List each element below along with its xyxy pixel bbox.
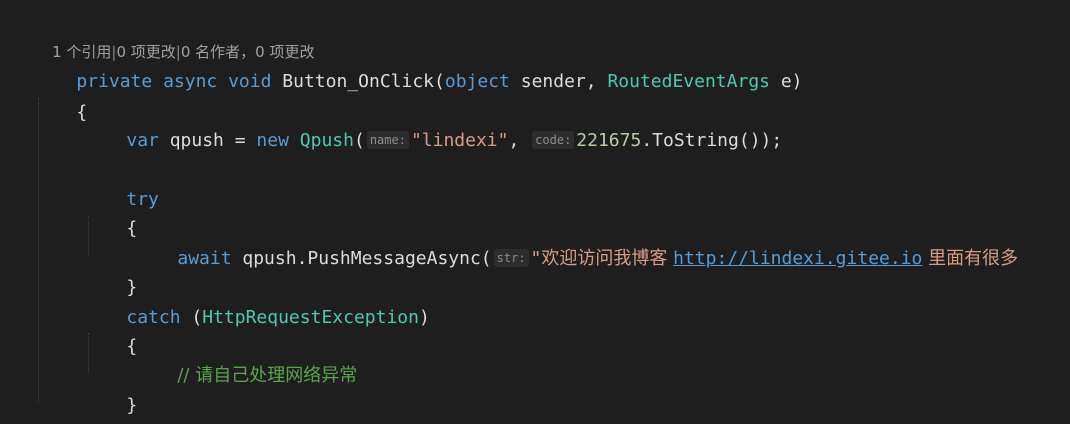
keyword-object: object	[444, 71, 510, 92]
code-editor[interactable]: 1 个引用|0 项更改|0 名作者，0 项更改 private async vo…	[0, 0, 1070, 424]
comment: // 请自己处理网络异常	[177, 365, 358, 386]
keyword-private: private	[76, 71, 153, 92]
paren: (	[434, 71, 445, 92]
param-sender: sender,	[509, 71, 608, 92]
string-message-rest: 里面有	[922, 248, 983, 269]
keyword-new: new	[256, 130, 289, 151]
comma: ,	[508, 130, 531, 151]
inline-hint-str: str:	[493, 249, 529, 267]
code-line-qpush-declaration[interactable]: var qpush = new Qpush(name: "lindexi", co…	[83, 99, 782, 151]
string-name: "lindexi"	[410, 130, 509, 151]
string-quote: "	[530, 248, 542, 269]
paren: )	[418, 307, 430, 328]
string-message-text: 欢迎访问我博客	[541, 248, 674, 269]
tostring-call: .ToString());	[641, 130, 783, 151]
string-message-overflow: 很多	[982, 248, 1019, 269]
push-message-call: qpush.PushMessageAsync(	[231, 248, 492, 269]
code-line-open-brace[interactable]: {	[33, 71, 87, 123]
inline-hint-name: name:	[366, 131, 409, 149]
paren: (	[353, 130, 365, 151]
code-line-push-message[interactable]: await qpush.PushMessageAsync(str: "欢迎访问我博…	[134, 217, 1018, 269]
codelens: 1 个引用|0 项更改|0 名作者，0 项更改	[33, 13, 314, 61]
keyword-await: await	[177, 248, 232, 269]
variable-qpush: qpush =	[158, 130, 257, 151]
paren: (	[180, 307, 203, 328]
code-line-try[interactable]: try	[83, 158, 159, 210]
method-name: Button_OnClick	[282, 71, 435, 92]
code-line-catch[interactable]: catch (HttpRequestException)	[83, 276, 429, 328]
code-line-method-signature[interactable]: private async void Button_OnClick(object…	[33, 40, 802, 92]
code-line-method-close-brace[interactable]: }	[33, 393, 87, 421]
blog-link[interactable]: http://lindexi.gitee.io	[673, 248, 922, 269]
brace: }	[126, 395, 138, 416]
code-line-comment[interactable]: // 请自己处理网络异常	[134, 334, 357, 386]
keyword-async: async	[163, 71, 218, 92]
code-line-catch-close-brace[interactable]: }	[83, 364, 137, 416]
code-line-catch-open-brace[interactable]: {	[83, 305, 137, 357]
number-code: 221675	[576, 130, 642, 151]
inline-hint-code: code:	[532, 131, 575, 149]
type-qpush: Qpush	[299, 130, 354, 151]
type-routed-event-args: RoutedEventArgs	[607, 71, 770, 92]
keyword-var: var	[126, 130, 159, 151]
code-line-try-close-brace[interactable]: }	[83, 246, 137, 298]
code-line-try-open-brace[interactable]: {	[83, 187, 137, 239]
param-e: e)	[770, 71, 803, 92]
keyword-void: void	[228, 71, 272, 92]
type-http-request-exception: HttpRequestException	[202, 307, 419, 328]
